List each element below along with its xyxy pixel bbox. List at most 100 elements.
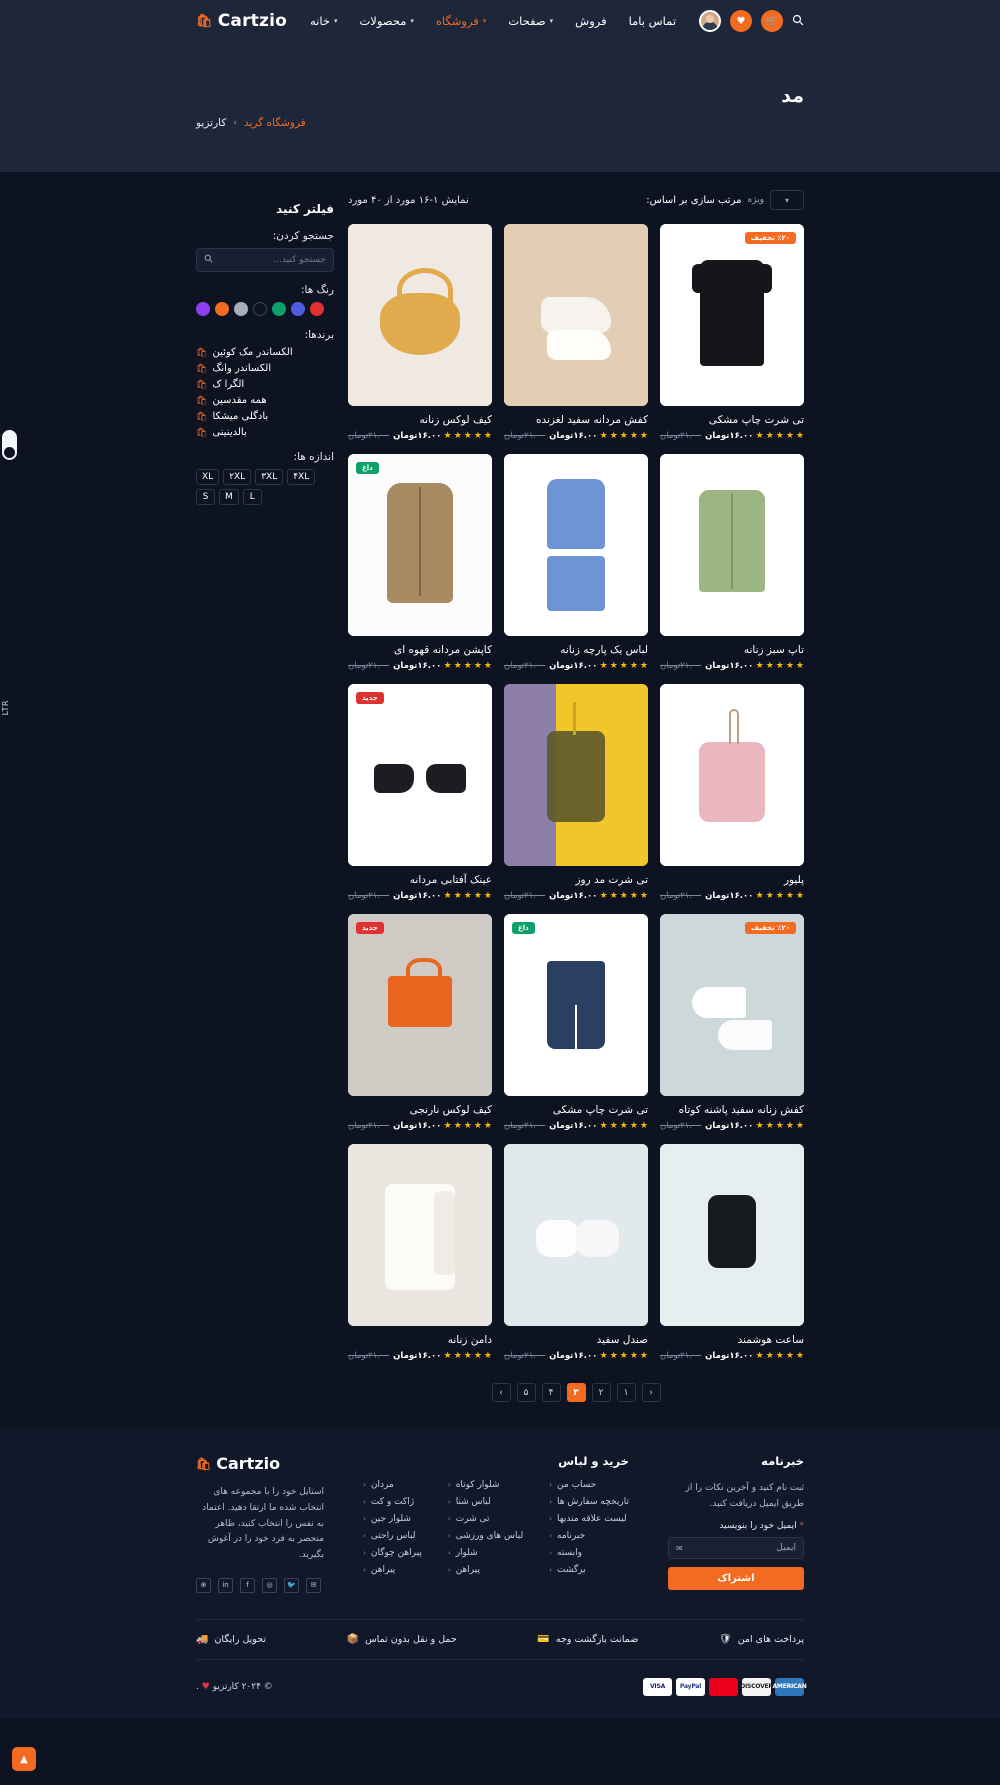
globe-icon[interactable]: ⊕ [196,1577,212,1593]
product-name[interactable]: تی شرت چاپ مشکی [504,1104,648,1116]
scroll-to-top-button[interactable]: ▲ [12,1747,36,1771]
product-card[interactable]: پلیور ★ ★ ★ ★ ★ ۱۶.۰۰تومان ۲۱.۰۰تومان [660,684,804,901]
product-name[interactable]: عینک آفتابی مردانه [348,874,492,886]
nav-item-home[interactable]: ▾ خانه [310,14,338,28]
product-card[interactable]: صندل سفید ★ ★ ★ ★ ★ ۱۶.۰۰تومان ۲۱.۰۰تومان [504,1144,648,1361]
footer-link[interactable]: لیست علاقه مندیها ‹ [549,1514,629,1524]
size-option[interactable]: L [242,489,262,505]
color-swatch[interactable] [272,302,286,316]
search-input[interactable] [213,255,326,265]
cart-icon[interactable]: 🛒 [761,10,783,32]
color-swatch[interactable] [310,302,324,316]
product-thumbnail[interactable] [348,1144,492,1326]
twitter-icon[interactable]: 🐦 [284,1577,300,1593]
product-thumbnail[interactable] [660,684,804,866]
pagination-page[interactable]: ۱ [616,1383,636,1402]
product-thumbnail[interactable]: ٪۲۰ تخفیف [660,224,804,406]
product-card[interactable]: لباس یک پارچه زنانه ★ ★ ★ ★ ★ ۱۶.۰۰تومان ۲۱.۰۰ت… [504,454,648,671]
product-name[interactable]: تی شرت مد روز [504,874,648,886]
nav-item-products[interactable]: ▾ محصولات [359,14,413,28]
pagination-page[interactable]: ۵ [516,1383,536,1402]
nav-item-shop[interactable]: ▾ فروشگاه [436,14,486,28]
brand-filter-item[interactable]: بادگلی میشکا 🛍 [196,411,334,422]
size-option[interactable]: ۲XL [223,469,252,485]
product-thumbnail[interactable] [660,1144,804,1326]
subscribe-button[interactable]: اشتراک [668,1567,804,1591]
pagination-prev[interactable]: ‹ [491,1383,511,1402]
product-card[interactable]: کیف لوکس زنانه ★ ★ ★ ★ ★ ۱۶.۰۰تومان ۲۱.۰۰تومان [348,224,492,441]
product-card[interactable]: ٪۲۰ تخفیف کفش زنانه سفید پاشنه کوتاه ★ ★ ★ ★ ★… [660,914,804,1131]
product-name[interactable]: کیف لوکس زنانه [348,414,492,426]
footer-logo[interactable]: 🛍 Cartzio [196,1454,324,1473]
brand-filter-item[interactable]: الکساندر وانگ 🛍 [196,363,334,374]
nav-item-sale[interactable]: فروش [575,14,606,28]
product-thumbnail[interactable] [504,1144,648,1326]
breadcrumb-home[interactable]: کارتزیو [196,117,226,129]
product-card[interactable]: تی شرت مد روز ★ ★ ★ ★ ★ ۱۶.۰۰تومان ۲۱.۰۰تومان [504,684,648,901]
product-card[interactable]: دامن زنانه ★ ★ ★ ★ ★ ۱۶.۰۰تومان ۲۱.۰۰تومان [348,1144,492,1361]
footer-link[interactable]: مردان ‹ [363,1480,422,1490]
color-swatch[interactable] [196,302,210,316]
search-field-wrapper[interactable] [196,248,334,272]
product-card[interactable]: ٪۲۰ تخفیف تی شرت چاپ مشکی ★ ★ ★ ★ ★ ۱۶.۰۰تومان ۲… [660,224,804,441]
footer-link[interactable]: شلوار کوتاه ‹ [448,1480,523,1490]
color-swatch[interactable] [215,302,229,316]
facebook-icon[interactable]: f [240,1577,256,1593]
theme-toggle[interactable] [2,430,17,460]
product-name[interactable]: لباس یک پارچه زنانه [504,644,648,656]
pagination-next[interactable]: › [641,1383,661,1402]
footer-link[interactable]: لباس راحتی ‹ [363,1531,422,1541]
footer-link[interactable]: پیراهن چوگان ‹ [363,1548,422,1558]
product-thumbnail[interactable]: جدید [348,914,492,1096]
product-card[interactable]: جدید کیف لوکس نارنجی ★ ★ ★ ★ ★ ۱۶.۰۰تومان ۲۱.۰۰ت… [348,914,492,1131]
size-option[interactable]: ۴XL [287,469,316,485]
nav-item-contact[interactable]: تماس باما [629,14,676,28]
footer-link[interactable]: برگشت ‹ [549,1565,629,1575]
mail-icon[interactable]: ✉ [306,1577,322,1593]
product-thumbnail[interactable] [504,684,648,866]
color-swatch[interactable] [234,302,248,316]
brand-filter-item[interactable]: همه مقدسین 🛍 [196,395,334,406]
brand-filter-item[interactable]: الکساندر مک کوئین 🛍 [196,347,334,358]
heart-icon[interactable]: ♥ [730,10,752,32]
footer-link[interactable]: حساب من ‹ [549,1480,629,1490]
footer-link[interactable]: پیراهن ‹ [448,1565,523,1575]
instagram-icon[interactable]: ◎ [262,1577,278,1593]
size-option[interactable]: M [219,489,239,505]
pagination-page[interactable]: ۴ [541,1383,561,1402]
product-card[interactable]: داغ کاپشن مردانه قهوه ای ★ ★ ★ ★ ★ ۱۶.۰۰تومان ۲۱… [348,454,492,671]
footer-link[interactable]: شلوار ‹ [448,1548,523,1558]
size-option[interactable]: S [196,489,215,505]
product-name[interactable]: کفش مردانه سفید لغزنده [504,414,648,426]
product-name[interactable]: تاپ سبز زنانه [660,644,804,656]
email-field[interactable] [687,1543,796,1554]
product-name[interactable]: صندل سفید [504,1334,648,1346]
linkedin-icon[interactable]: in [218,1577,234,1593]
product-thumbnail[interactable]: داغ [504,914,648,1096]
pagination-page[interactable]: ۳ [566,1383,586,1402]
avatar[interactable] [699,10,721,32]
product-card[interactable]: ساعت هوشمند ★ ★ ★ ★ ★ ۱۶.۰۰تومان ۲۱.۰۰تومان [660,1144,804,1361]
footer-link[interactable]: پیراهن ‹ [363,1565,422,1575]
product-thumbnail[interactable]: جدید [348,684,492,866]
brand-filter-item[interactable]: الگرا ک 🛍 [196,379,334,390]
product-card[interactable]: داغ تی شرت چاپ مشکی ★ ★ ★ ★ ★ ۱۶.۰۰تومان ۲۱.۰۰تو… [504,914,648,1131]
footer-link[interactable]: تاریخچه سفارش ها ‹ [549,1497,629,1507]
brand-filter-item[interactable]: بالدینینی 🛍 [196,427,334,438]
product-thumbnail[interactable] [504,454,648,636]
footer-link[interactable]: لباس های ورزشی ‹ [448,1531,523,1541]
product-name[interactable]: تی شرت چاپ مشکی [660,414,804,426]
footer-link[interactable]: ژاکت و کت ‹ [363,1497,422,1507]
product-name[interactable]: کفش زنانه سفید پاشنه کوتاه [660,1104,804,1116]
product-card[interactable]: جدید عینک آفتابی مردانه ★ ★ ★ ★ ★ ۱۶.۰۰تومان ۲۱.… [348,684,492,901]
footer-link[interactable]: وابسته ‹ [549,1548,629,1558]
product-card[interactable]: تاپ سبز زنانه ★ ★ ★ ★ ★ ۱۶.۰۰تومان ۲۱.۰۰تومان [660,454,804,671]
footer-link[interactable]: خبرنامه ‹ [549,1531,629,1541]
product-name[interactable]: پلیور [660,874,804,886]
color-swatch[interactable] [253,302,267,316]
product-name[interactable]: ساعت هوشمند [660,1334,804,1346]
footer-link[interactable]: تی شرت ‹ [448,1514,523,1524]
sort-dropdown[interactable]: ▾ [770,190,804,210]
nav-item-pages[interactable]: ▾ صفحات [508,14,553,28]
direction-toggle[interactable]: LTR [1,700,10,715]
